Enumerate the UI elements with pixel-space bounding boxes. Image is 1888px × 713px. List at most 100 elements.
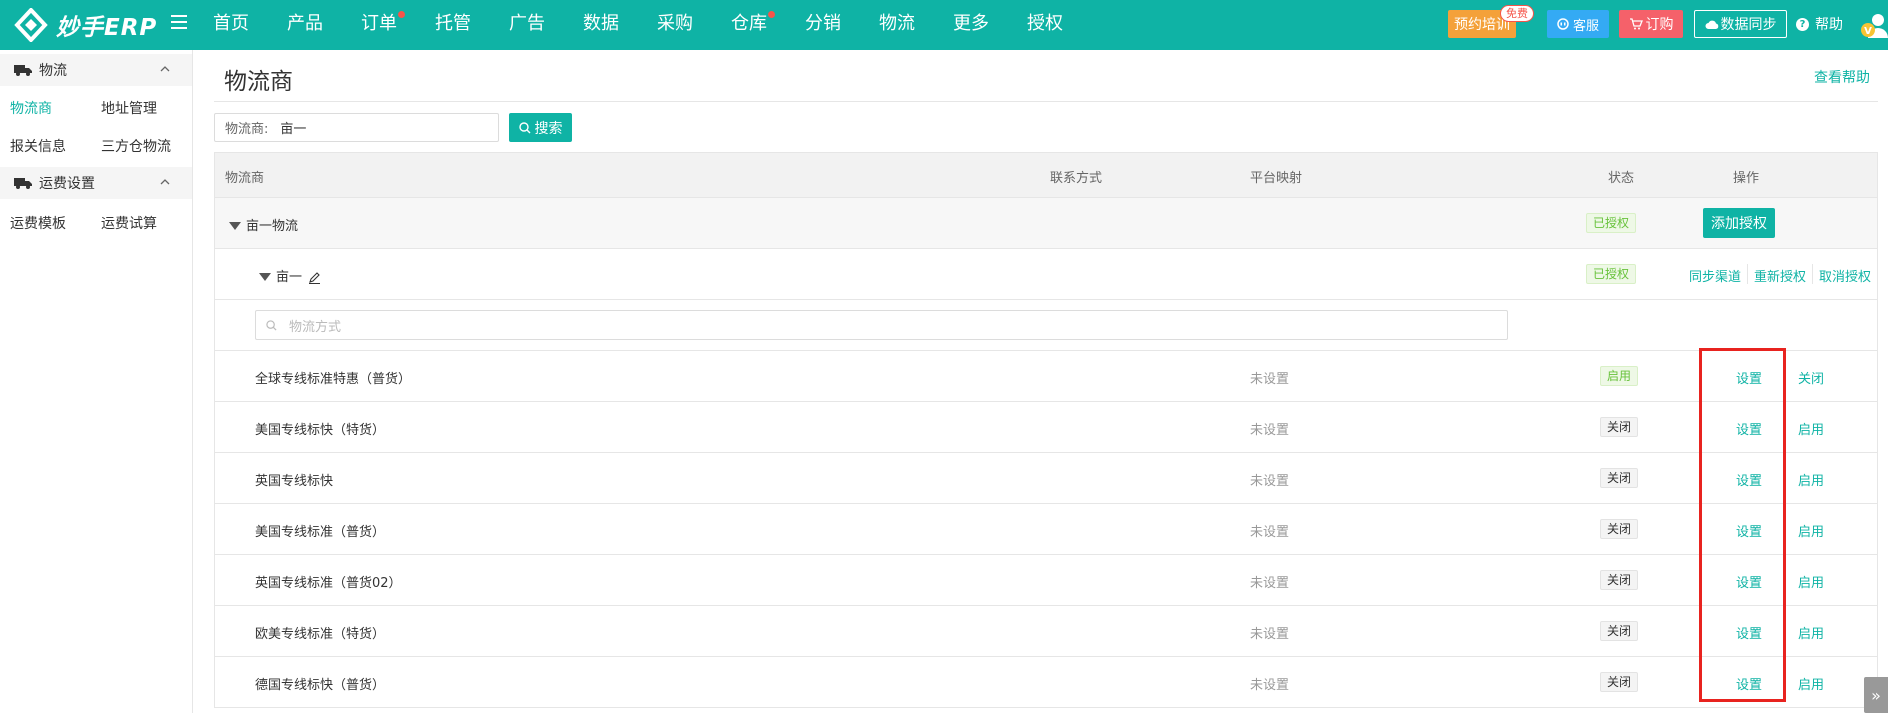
table-row: 全球专线标准特惠（普货） 未设置 启用 设置 关闭 xyxy=(215,351,1877,402)
expand-panel-icon[interactable]: » xyxy=(1864,677,1888,713)
nav-more[interactable]: 更多 xyxy=(953,0,989,50)
notification-dot xyxy=(398,11,405,18)
headset-icon xyxy=(1557,18,1569,30)
sidebar: 物流 物流商 地址管理 报关信息 三方仓物流 运费设置 运费模板 运费试算 xyxy=(0,50,193,713)
carrier-table: 物流商 联系方式 平台映射 状态 操作 亩一物流 已授权 添加授权 亩一 已授权… xyxy=(214,152,1878,708)
separator xyxy=(1747,264,1748,284)
caret-down-icon xyxy=(259,272,271,281)
shipping-method-search-input[interactable]: 物流方式 xyxy=(255,310,1508,340)
truck-icon xyxy=(14,178,32,189)
platform-mapping: 未设置 xyxy=(1250,423,1290,438)
chevron-up-icon xyxy=(160,66,170,72)
toggle-link[interactable]: 启用 xyxy=(1798,470,1824,489)
notification-dot xyxy=(768,11,775,18)
sidebar-group-shipping-fee[interactable]: 运费设置 xyxy=(0,167,192,199)
reauthorize-link[interactable]: 重新授权 xyxy=(1754,266,1806,285)
method-name: 英国专线标快 xyxy=(255,474,334,489)
toggle-link[interactable]: 启用 xyxy=(1798,572,1824,591)
divider xyxy=(214,101,1878,102)
nav-ads[interactable]: 广告 xyxy=(509,0,545,50)
sidebar-group-logistics[interactable]: 物流 xyxy=(0,54,192,86)
help-button[interactable]: ? 帮助 xyxy=(1796,14,1843,34)
nav-distribution[interactable]: 分销 xyxy=(805,0,841,50)
status-badge: 关闭 xyxy=(1600,519,1639,539)
carrier-group-row: 亩一物流 已授权 添加授权 xyxy=(215,198,1877,249)
method-name: 美国专线标准（普货） xyxy=(255,525,386,540)
sidebar-item-fee-calculator[interactable]: 运费试算 xyxy=(101,213,157,233)
platform-mapping: 未设置 xyxy=(1250,372,1290,387)
header-platform-mapping: 平台映射 xyxy=(1250,171,1303,186)
method-name: 德国专线标快（普货） xyxy=(255,678,386,693)
nav-authorization[interactable]: 授权 xyxy=(1027,0,1063,50)
carrier-search-input[interactable]: 物流商: 亩一 xyxy=(214,113,499,142)
status-badge: 已授权 xyxy=(1586,213,1637,233)
table-row: 美国专线标快（特货） 未设置 关闭 设置 启用 xyxy=(215,402,1877,453)
menu-toggle-icon[interactable] xyxy=(171,15,187,33)
chevron-up-icon xyxy=(160,179,170,185)
status-badge: 关闭 xyxy=(1600,570,1639,590)
cloud-sync-icon xyxy=(1705,20,1718,29)
add-authorization-button[interactable]: 添加授权 xyxy=(1703,208,1775,238)
edit-icon[interactable] xyxy=(308,271,321,284)
customer-service-button[interactable]: 客服 xyxy=(1547,10,1609,38)
nav-purchase[interactable]: 采购 xyxy=(657,0,693,50)
user-avatar-icon[interactable]: V xyxy=(1861,12,1888,38)
method-filter-row: 物流方式 xyxy=(215,300,1877,351)
status-badge: 关闭 xyxy=(1600,417,1639,437)
nav-warehouse[interactable]: 仓库 xyxy=(731,0,775,50)
nav-products[interactable]: 产品 xyxy=(287,0,323,50)
toggle-link[interactable]: 启用 xyxy=(1798,521,1824,540)
top-bar: 妙手ERP 首页 产品 订单 托管 广告 数据 采购 仓库 分销 物流 更多 授… xyxy=(0,0,1888,50)
nav-hosting[interactable]: 托管 xyxy=(435,0,471,50)
cancel-authorization-link[interactable]: 取消授权 xyxy=(1819,266,1871,285)
header-carrier: 物流商 xyxy=(225,171,265,186)
method-name: 美国专线标快（特货） xyxy=(255,423,386,438)
cart-icon xyxy=(1629,18,1643,30)
table-row: 英国专线标准（普货02） 未设置 关闭 设置 启用 xyxy=(215,555,1877,606)
method-name: 欧美专线标准（特货） xyxy=(255,627,386,642)
truck-icon xyxy=(14,65,32,76)
nav-logistics[interactable]: 物流 xyxy=(879,0,915,50)
platform-mapping: 未设置 xyxy=(1250,525,1290,540)
toggle-link[interactable]: 启用 xyxy=(1798,419,1824,438)
view-help-link[interactable]: 查看帮助 xyxy=(1814,67,1870,87)
carrier-group-name[interactable]: 亩一物流 xyxy=(229,215,298,234)
nav-orders[interactable]: 订单 xyxy=(361,0,405,50)
sidebar-item-carriers[interactable]: 物流商 xyxy=(10,98,52,118)
search-button[interactable]: 搜索 xyxy=(509,113,572,142)
caret-down-icon xyxy=(229,221,241,230)
table-row: 美国专线标准（普货） 未设置 关闭 设置 启用 xyxy=(215,504,1877,555)
sidebar-item-address[interactable]: 地址管理 xyxy=(101,98,157,118)
sidebar-item-fee-template[interactable]: 运费模板 xyxy=(10,213,66,233)
subscribe-button[interactable]: 订购 xyxy=(1619,10,1683,38)
page-title: 物流商 xyxy=(224,69,293,95)
method-name: 全球专线标准特惠（普货） xyxy=(255,372,412,387)
sidebar-item-customs[interactable]: 报关信息 xyxy=(10,136,66,156)
header-actions: 操作 xyxy=(1733,171,1760,186)
sidebar-item-3pl[interactable]: 三方仓物流 xyxy=(101,136,171,156)
toggle-link[interactable]: 启用 xyxy=(1798,623,1824,642)
logo[interactable]: 妙手ERP xyxy=(14,7,157,43)
nav-data[interactable]: 数据 xyxy=(583,0,619,50)
carrier-account-name[interactable]: 亩一 xyxy=(259,266,321,285)
table-row: 欧美专线标准（特货） 未设置 关闭 设置 启用 xyxy=(215,606,1877,657)
main-nav: 首页 产品 订单 托管 广告 数据 采购 仓库 分销 物流 更多 授权 xyxy=(213,0,1101,50)
header-contact: 联系方式 xyxy=(1050,171,1103,186)
question-icon: ? xyxy=(1796,17,1809,31)
data-sync-button[interactable]: 数据同步 xyxy=(1694,10,1787,38)
header-status: 状态 xyxy=(1608,171,1635,186)
svg-text:V: V xyxy=(1864,26,1872,37)
table-row: 德国专线标快（普货） 未设置 关闭 设置 启用 xyxy=(215,657,1877,708)
search-icon xyxy=(266,319,277,331)
search-icon xyxy=(518,121,530,133)
method-name: 英国专线标准（普货02） xyxy=(255,576,402,591)
logo-text: 妙手ERP xyxy=(56,15,158,41)
status-badge: 关闭 xyxy=(1600,468,1639,488)
logo-icon xyxy=(14,8,48,42)
toggle-link[interactable]: 启用 xyxy=(1798,674,1824,693)
toggle-link[interactable]: 关闭 xyxy=(1798,368,1824,387)
table-header: 物流商 联系方式 平台映射 状态 操作 xyxy=(215,153,1877,198)
nav-home[interactable]: 首页 xyxy=(213,0,249,50)
status-badge: 启用 xyxy=(1600,366,1639,386)
sync-channel-link[interactable]: 同步渠道 xyxy=(1689,266,1741,285)
